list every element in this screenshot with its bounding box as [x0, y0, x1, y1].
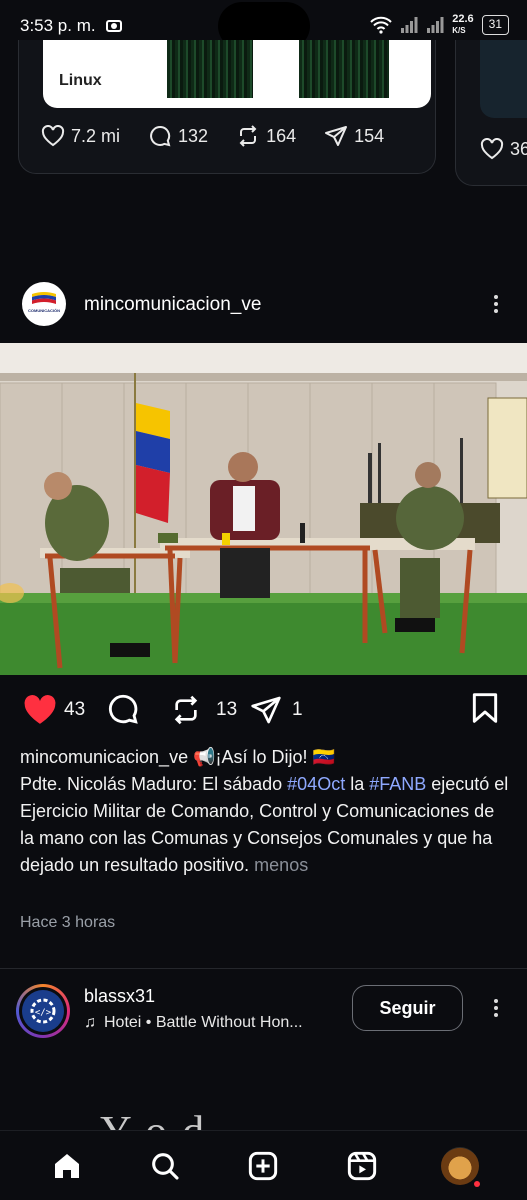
next-card-like-count: 36 — [510, 138, 527, 159]
next-card-media — [480, 40, 527, 118]
heart-icon — [41, 125, 65, 147]
next-card-stats: 36 — [480, 138, 527, 160]
next-carousel-card[interactable]: 36 — [455, 40, 527, 186]
next-card-like-button[interactable]: 36 — [480, 138, 527, 160]
post-actions: 43 13 1 — [0, 688, 527, 730]
create-icon — [249, 1151, 278, 1180]
music-note-icon: ♫ — [84, 1014, 96, 1031]
music-attribution[interactable]: ♫ Hotei • Battle Without Hon... — [84, 1014, 303, 1032]
nav-search[interactable] — [145, 1146, 185, 1186]
next-post-header: </> blassx31 ♫ Hotei • Battle Without Ho… — [0, 980, 527, 1050]
like-button[interactable]: 43 — [22, 694, 85, 726]
like-count: 43 — [64, 699, 86, 720]
share-button[interactable]: 1 — [250, 694, 303, 726]
prev-like-count: 7.2 mi — [71, 125, 121, 146]
comment-icon — [108, 694, 138, 724]
caption-text-2: la — [345, 774, 370, 794]
code-gear-icon: </> — [30, 998, 56, 1024]
save-button[interactable] — [470, 692, 500, 729]
post-caption: mincomunicacion_ve 📢¡Así lo Dijo! 🇻🇪 Pdt… — [20, 744, 510, 879]
post-divider — [0, 968, 527, 969]
next-post-username[interactable]: blassx31 — [84, 986, 155, 1007]
repost-icon — [174, 695, 198, 725]
caption-less-link[interactable]: menos — [249, 855, 308, 875]
venezuela-flag-icon — [32, 292, 56, 304]
svg-text:</>: </> — [35, 1008, 52, 1018]
repost-icon — [239, 125, 257, 147]
signal-icon — [401, 17, 418, 33]
repost-count: 13 — [216, 699, 238, 720]
post-more-options-icon[interactable] — [493, 292, 499, 316]
military-meeting-photo — [0, 343, 527, 675]
terminal-thumbnail-2 — [299, 40, 389, 98]
caption-text-1: Pdte. Nicolás Maduro: El sábado — [20, 774, 288, 794]
prev-reply-count: 132 — [178, 125, 209, 146]
caption-headline: 📢¡Así lo Dijo! 🇻🇪 — [188, 747, 335, 767]
hashtag-fanb[interactable]: #FANB — [369, 774, 426, 794]
prev-share-count: 154 — [354, 125, 385, 146]
profile-avatar — [440, 1146, 480, 1187]
prev-share-button[interactable]: 154 — [324, 124, 384, 148]
nav-reels[interactable] — [342, 1146, 382, 1186]
prev-repost-button[interactable]: 164 — [236, 124, 296, 148]
signal-icon-2 — [427, 17, 444, 33]
repost-button[interactable]: 13 — [170, 694, 237, 726]
status-icons: 22.6 K/S 31 — [370, 14, 509, 36]
comment-icon — [150, 125, 171, 147]
prev-like-button[interactable]: 7.2 mi — [41, 125, 120, 147]
home-icon — [55, 1153, 80, 1178]
hashtag-04oct[interactable]: #04Oct — [287, 774, 345, 794]
cropped-post-text: Y o d — [100, 1112, 206, 1130]
post-avatar[interactable]: COMUNICACIÓN — [22, 282, 66, 326]
wifi-icon — [370, 16, 392, 34]
next-post-avatar[interactable]: </> — [16, 984, 70, 1038]
prev-repost-count: 164 — [266, 125, 297, 146]
post-timestamp: Hace 3 horas — [20, 914, 116, 931]
follow-button[interactable]: Seguir — [352, 985, 463, 1031]
search-icon — [152, 1152, 179, 1180]
post-image[interactable] — [0, 343, 527, 675]
net-speed: 22.6 K/S — [452, 13, 474, 36]
caption-username[interactable]: mincomunicacion_ve — [20, 747, 188, 767]
quoted-card[interactable]: Linux 7.2 mi 132 164 154 — [18, 40, 436, 174]
card-label: Linux — [59, 72, 102, 89]
prev-post-stats: 7.2 mi 132 164 154 — [41, 124, 384, 148]
song-title: Hotei • Battle Without Hon... — [104, 1014, 303, 1031]
nav-profile[interactable] — [440, 1146, 480, 1187]
comment-button[interactable] — [106, 692, 140, 731]
reels-icon — [347, 1151, 376, 1180]
heart-filled-icon — [24, 695, 56, 724]
post-header: COMUNICACIÓN mincomunicacion_ve — [0, 280, 527, 330]
notification-dot — [473, 1180, 480, 1187]
terminal-thumbnail — [167, 40, 253, 98]
post-username[interactable]: mincomunicacion_ve — [84, 294, 261, 316]
nav-create[interactable] — [243, 1146, 283, 1186]
battery-indicator: 31 — [481, 15, 509, 35]
avatar-label: COMUNICACIÓN — [28, 308, 60, 313]
prev-reply-button[interactable]: 132 — [148, 124, 208, 148]
nav-home[interactable] — [47, 1146, 87, 1186]
next-post-more-options-icon[interactable] — [493, 996, 499, 1020]
screen-record-icon — [105, 20, 122, 32]
bottom-navigation — [0, 1130, 527, 1200]
send-icon — [251, 696, 281, 724]
bookmark-icon — [472, 693, 498, 723]
quoted-card-media: Linux — [43, 40, 431, 108]
status-time: 3:53 p. m. — [20, 16, 96, 35]
send-icon — [325, 126, 348, 146]
share-count: 1 — [292, 699, 303, 720]
heart-icon — [480, 138, 504, 160]
